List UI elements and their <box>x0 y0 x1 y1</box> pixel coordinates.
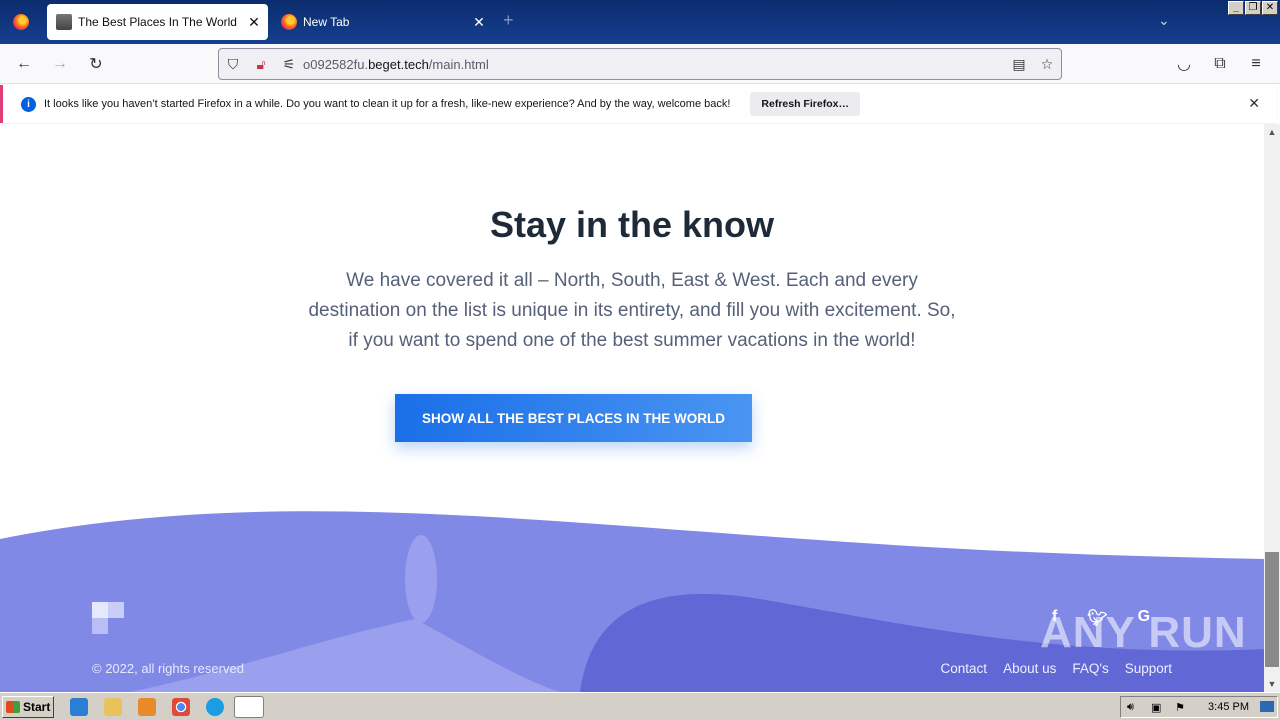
system-tray: 🔊︎ ▣ ⚑ 3:45 PM <box>1120 696 1278 718</box>
close-notification-icon[interactable]: ✕ <box>1248 95 1260 112</box>
close-tab-icon[interactable]: ✕ <box>240 14 268 31</box>
url-text[interactable]: o092582fu.beget.tech/main.html <box>303 57 489 72</box>
internet-explorer-icon[interactable] <box>70 698 88 716</box>
notification-message: It looks like you haven’t started Firefo… <box>44 98 731 110</box>
scroll-down-arrow-icon[interactable]: ▼ <box>1264 676 1280 692</box>
tab-title: The Best Places In The World <box>78 15 237 29</box>
edge-icon[interactable] <box>206 698 224 716</box>
tab-best-places[interactable]: The Best Places In The World ✕ <box>47 4 268 40</box>
firefox-icon <box>13 14 29 30</box>
windows-logo-icon <box>6 701 20 713</box>
firefox-taskbar-button[interactable] <box>234 696 264 718</box>
info-icon: i <box>21 96 36 112</box>
minimize-button[interactable]: _ <box>1228 1 1244 15</box>
footer-links: Contact About us FAQ's Support <box>941 661 1172 676</box>
page-scrollbar[interactable]: ▲ ▼ <box>1264 124 1280 692</box>
start-label: Start <box>23 700 51 714</box>
list-all-tabs-icon[interactable]: ⌄ <box>1158 12 1170 29</box>
bookmark-star-icon[interactable]: ☆ <box>1033 56 1061 73</box>
forward-button[interactable]: → <box>48 52 72 76</box>
page-content: Stay in the know We have covered it all … <box>0 124 1264 692</box>
reload-button[interactable]: ↻ <box>84 52 108 76</box>
tab-new-tab[interactable]: New Tab ✕ <box>272 4 493 40</box>
tab-bar: The Best Places In The World ✕ New Tab ✕… <box>0 0 1280 44</box>
extensions-icon[interactable]: ⧉ <box>1208 52 1232 76</box>
insecure-lock-icon[interactable]: 🔓︎ <box>247 56 275 73</box>
media-player-icon[interactable] <box>138 698 156 716</box>
file-explorer-icon[interactable] <box>104 698 122 716</box>
network-icon[interactable]: ▣ <box>1151 701 1161 714</box>
clock[interactable]: 3:45 PM <box>1208 701 1249 713</box>
refresh-firefox-notification: i It looks like you haven’t started Fire… <box>0 85 1276 123</box>
footer-link-support[interactable]: Support <box>1125 661 1172 676</box>
tab-title: New Tab <box>303 15 350 29</box>
site-logo[interactable] <box>92 602 124 634</box>
windows-taskbar: Start 🔊︎ ▣ ⚑ 3:45 PM <box>0 692 1280 720</box>
scroll-up-arrow-icon[interactable]: ▲ <box>1264 124 1280 140</box>
tracking-protection-shield-icon[interactable]: ⛉ <box>219 56 247 73</box>
url-subdomain: o092582fu. <box>303 56 369 72</box>
footer-link-contact[interactable]: Contact <box>941 661 988 676</box>
copyright-text: © 2022, all rights reserved <box>92 661 244 676</box>
address-bar[interactable]: ⛉ 🔓︎ ⚟ o092582fu.beget.tech/main.html ▤ … <box>218 48 1062 80</box>
anyrun-watermark: ANY RUN <box>1040 608 1247 657</box>
flag-icon[interactable]: ⚑ <box>1175 701 1185 714</box>
navigation-toolbar: ← → ↻ ⛉ 🔓︎ ⚟ o092582fu.beget.tech/main.h… <box>0 44 1280 84</box>
chrome-icon[interactable] <box>172 698 190 716</box>
url-path: /main.html <box>428 56 489 72</box>
firefox-menu[interactable] <box>0 0 42 44</box>
url-host: beget.tech <box>368 56 429 72</box>
section-paragraph: We have covered it all – North, South, E… <box>308 270 956 351</box>
pocket-icon[interactable]: ◡ <box>1172 52 1196 76</box>
section-heading: Stay in the know <box>489 204 775 245</box>
close-window-button[interactable]: ✕ <box>1262 1 1278 15</box>
show-desktop-icon[interactable] <box>1260 701 1274 712</box>
firefox-icon <box>281 14 297 30</box>
permissions-icon[interactable]: ⚟ <box>275 56 303 73</box>
back-button[interactable]: ← <box>12 52 36 76</box>
start-button[interactable]: Start <box>2 696 54 718</box>
restore-button[interactable]: ❐ <box>1245 1 1261 15</box>
refresh-firefox-button[interactable]: Refresh Firefox… <box>750 92 860 116</box>
footer-link-about[interactable]: About us <box>1003 661 1056 676</box>
show-all-places-button[interactable]: SHOW ALL THE BEST PLACES IN THE WORLD <box>395 394 752 442</box>
close-tab-icon[interactable]: ✕ <box>465 14 493 31</box>
scroll-thumb[interactable] <box>1265 552 1279 667</box>
reader-view-icon[interactable]: ▤ <box>1005 56 1033 73</box>
footer-link-faq[interactable]: FAQ's <box>1072 661 1108 676</box>
new-tab-button[interactable]: + <box>503 10 514 31</box>
app-menu-icon[interactable]: ≡ <box>1244 52 1268 76</box>
speaker-icon[interactable]: 🔊︎ <box>1127 701 1134 714</box>
page-favicon <box>56 14 72 30</box>
